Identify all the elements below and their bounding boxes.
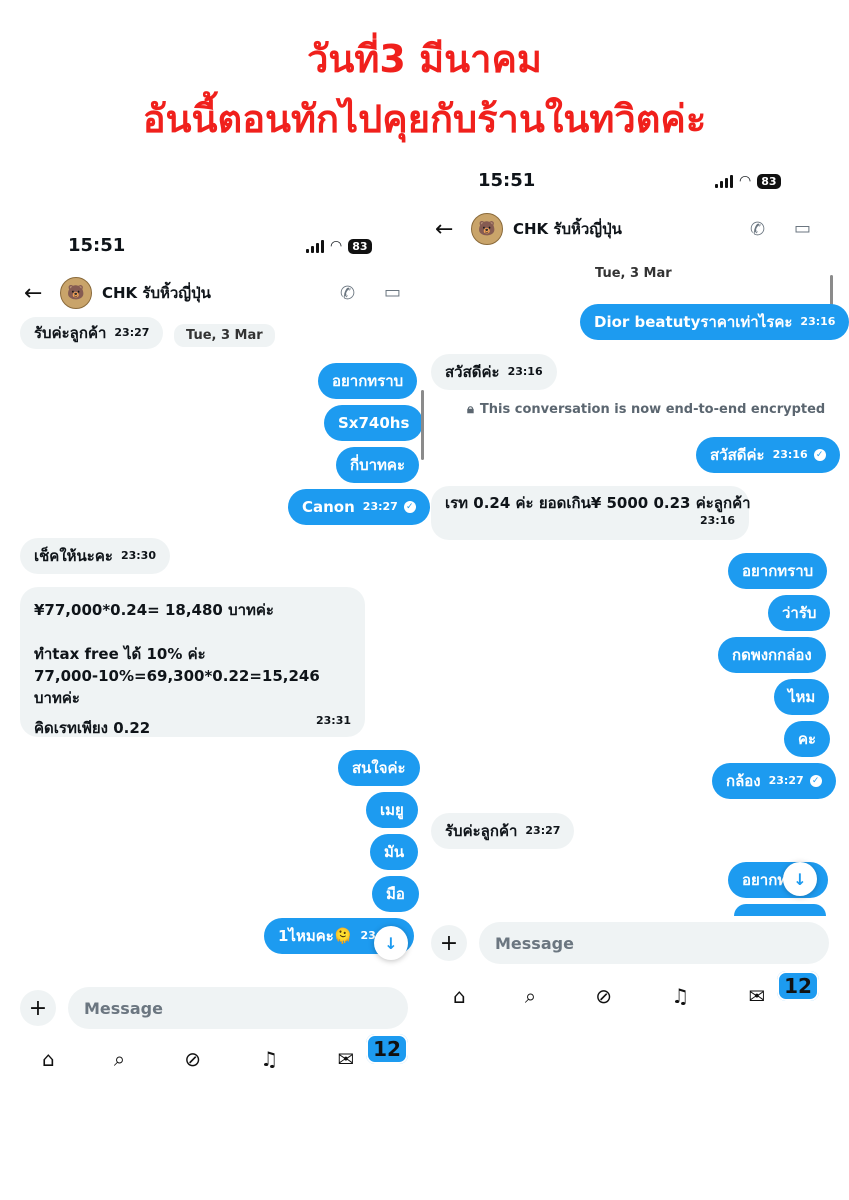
- back-arrow-icon[interactable]: ←: [24, 281, 50, 306]
- message-bubble: กี่บาทคะ: [336, 447, 420, 483]
- wifi-icon: ◠: [739, 173, 752, 189]
- message-input[interactable]: Message: [68, 987, 408, 1029]
- message-bubble: รับค่ะลูกค้า 23:27: [20, 317, 164, 349]
- message-time: 23:31: [315, 714, 351, 727]
- encryption-notice: 🔒︎ This conversation is now end-to-end e…: [467, 402, 826, 417]
- wifi-icon: ◠: [330, 238, 343, 254]
- battery-icon: 83: [348, 238, 372, 254]
- message-line: ทำtax free ได้ 10% ค่ะ: [34, 645, 206, 663]
- message-bubble: Canon 23:27 ✓: [288, 489, 430, 525]
- plus-icon[interactable]: +: [431, 925, 467, 961]
- bell-icon[interactable]: ♫: [260, 1047, 278, 1071]
- date-label: Tue, 3 Mar: [174, 324, 275, 347]
- mail-icon[interactable]: ✉ 12: [337, 1034, 408, 1071]
- message-bubble: สนใจค่ะ: [338, 750, 420, 786]
- message-bubble: Dior beatutyราคาเท่าไรคะ 23:16: [580, 304, 849, 340]
- message-bubble: ว่ารับ: [768, 595, 831, 631]
- grok-icon[interactable]: ⊘: [184, 1047, 201, 1071]
- phone-icon[interactable]: ✆: [750, 219, 765, 240]
- message-bubble: มือ: [372, 876, 419, 912]
- home-icon[interactable]: ⌂: [42, 1047, 55, 1071]
- right-phone-screen: 15:51 ◠ 83 ← 🐻 CHK รับหิ้วญี่ปุ่น ✆ ▭ Tu…: [425, 160, 849, 1200]
- message-bubble: กล้อง 23:27 ✓: [712, 763, 836, 799]
- signal-icon: [715, 174, 733, 188]
- home-icon[interactable]: ⌂: [453, 984, 466, 1008]
- bell-icon[interactable]: ♫: [671, 984, 689, 1008]
- message-bubble: สวัสดีค่ะ 23:16: [431, 354, 557, 390]
- composer: + Message: [20, 987, 408, 1029]
- arrow-down-icon[interactable]: ↓: [374, 926, 408, 960]
- dm-badge: 12: [366, 1034, 408, 1064]
- message-line: ¥77,000*0.24= 18,480 บาทค่ะ: [34, 601, 274, 619]
- arrow-down-icon[interactable]: ↓: [783, 862, 817, 896]
- video-icon[interactable]: ▭: [384, 282, 401, 303]
- read-check-icon: ✓: [809, 775, 822, 787]
- read-check-icon: ✓: [403, 501, 416, 513]
- phone-icon[interactable]: ✆: [340, 283, 355, 304]
- message-line: คิดเรทเพียง 0.22: [34, 719, 151, 737]
- battery-icon: 83: [757, 173, 781, 189]
- signal-icon: [306, 239, 324, 253]
- scrollbar[interactable]: [421, 390, 424, 460]
- message-bubble: เช็คให้นะคะ 23:30: [20, 538, 170, 574]
- read-check-icon: ✓: [813, 449, 826, 461]
- message-line: 77,000-10%=69,300*0.22=15,246 บาทค่ะ: [34, 667, 320, 707]
- message-bubble: มัน: [370, 834, 419, 870]
- dm-badge: 12: [777, 971, 819, 1001]
- contact-name[interactable]: CHK รับหิ้วญี่ปุ่น: [102, 281, 211, 305]
- plus-icon[interactable]: +: [20, 990, 56, 1026]
- date-label: Tue, 3 Mar: [595, 266, 672, 281]
- headline-caption: อันนี้ตอนทักไปคุยกับร้านในทวิตค่ะ: [142, 97, 707, 141]
- message-bubble: สวัสดีค่ะ 23:16 ✓: [696, 437, 840, 473]
- video-icon[interactable]: ▭: [794, 218, 811, 239]
- grok-icon[interactable]: ⊘: [595, 984, 612, 1008]
- composer: + Message: [431, 922, 829, 964]
- message-bubble: เรท 0.24 ค่ะ ยอดเกิน¥ 5000 0.23 ค่ะลูกค้…: [431, 486, 751, 540]
- chat-header: ← 🐻 CHK รับหิ้วญี่ปุ่น: [24, 277, 211, 309]
- message-bubble: ไหม: [774, 679, 830, 715]
- status-icons: ◠ 83: [306, 238, 372, 254]
- message-bubble: รับค่ะลูกค้า 23:27: [431, 813, 575, 849]
- message-bubble: อยากทราบ: [728, 553, 828, 589]
- bottom-nav: ⌂ ⌕ ⊘ ♫ ✉ 12: [42, 1034, 408, 1071]
- avatar[interactable]: 🐻: [471, 213, 503, 245]
- status-time: 15:51: [68, 235, 126, 256]
- status-icons: ◠ 83: [715, 173, 781, 189]
- message-bubble: อยากทราบ: [318, 363, 418, 399]
- message-bubble-partial: [734, 904, 826, 916]
- contact-name[interactable]: CHK รับหิ้วญี่ปุ่น: [513, 217, 622, 241]
- long-message-bubble: ¥77,000*0.24= 18,480 บาทค่ะ ทำtax free ไ…: [20, 587, 365, 737]
- search-icon[interactable]: ⌕: [525, 984, 536, 1008]
- message-bubble: กดพงกกล่อง: [718, 637, 826, 673]
- headline-date: วันที่3 มีนาคม: [307, 37, 542, 81]
- mail-icon[interactable]: ✉ 12: [748, 971, 819, 1008]
- left-phone-screen: 15:51 ◠ 83 ← 🐻 CHK รับหิ้วญี่ปุ่น ✆ ▭ รั…: [0, 225, 430, 1200]
- message-bubble: Sx740hs: [324, 405, 424, 441]
- status-time: 15:51: [478, 170, 536, 191]
- message-input[interactable]: Message: [479, 922, 829, 964]
- bottom-nav: ⌂ ⌕ ⊘ ♫ ✉ 12: [453, 971, 819, 1008]
- avatar[interactable]: 🐻: [60, 277, 92, 309]
- search-icon[interactable]: ⌕: [114, 1047, 125, 1071]
- message-bubble: เมยู: [366, 792, 418, 828]
- chat-header: ← 🐻 CHK รับหิ้วญี่ปุ่น: [435, 213, 622, 245]
- back-arrow-icon[interactable]: ←: [435, 217, 461, 242]
- lock-icon: 🔒︎: [467, 402, 474, 417]
- message-bubble: คะ: [784, 721, 831, 757]
